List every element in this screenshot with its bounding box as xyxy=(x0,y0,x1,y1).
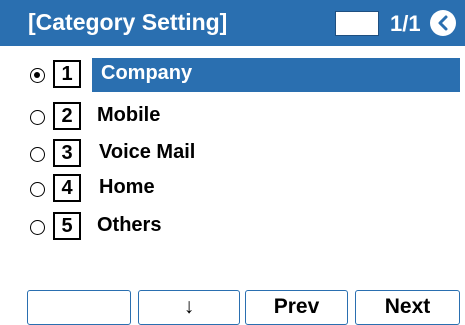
title-bar: [Category Setting] 1/1 xyxy=(0,0,465,46)
item-number: 3 xyxy=(53,139,81,167)
list-item-mobile[interactable]: 2 Mobile xyxy=(0,100,465,134)
softkey-1[interactable] xyxy=(27,290,131,325)
item-number: 4 xyxy=(53,174,81,202)
item-label: Company xyxy=(101,62,193,84)
item-label: Others xyxy=(97,214,162,236)
down-arrow-icon[interactable]: ↓ xyxy=(138,290,240,325)
page-indicator: 1/1 xyxy=(390,11,421,36)
radio-button[interactable] xyxy=(30,147,45,162)
list-item-company[interactable]: 1 Company xyxy=(0,58,465,92)
item-label: Mobile xyxy=(97,104,161,126)
radio-button[interactable] xyxy=(30,68,45,83)
radio-button[interactable] xyxy=(30,110,45,125)
page-indicator-box xyxy=(335,11,379,36)
radio-selected-dot xyxy=(34,72,40,78)
next-button[interactable]: Next xyxy=(355,290,460,325)
list-item-voice-mail[interactable]: 3 Voice Mail xyxy=(0,137,465,171)
item-number: 2 xyxy=(53,102,81,130)
prev-button[interactable]: Prev xyxy=(245,290,348,325)
screen-title: [Category Setting] xyxy=(28,9,228,35)
return-arrow-icon[interactable] xyxy=(430,10,456,36)
item-label: Home xyxy=(99,176,155,198)
item-number: 5 xyxy=(53,212,81,240)
radio-button[interactable] xyxy=(30,182,45,197)
radio-button[interactable] xyxy=(30,220,45,235)
list-item-home[interactable]: 4 Home xyxy=(0,172,465,206)
list-item-others[interactable]: 5 Others xyxy=(0,210,465,244)
item-number: 1 xyxy=(53,60,81,88)
item-label: Voice Mail xyxy=(99,141,196,163)
